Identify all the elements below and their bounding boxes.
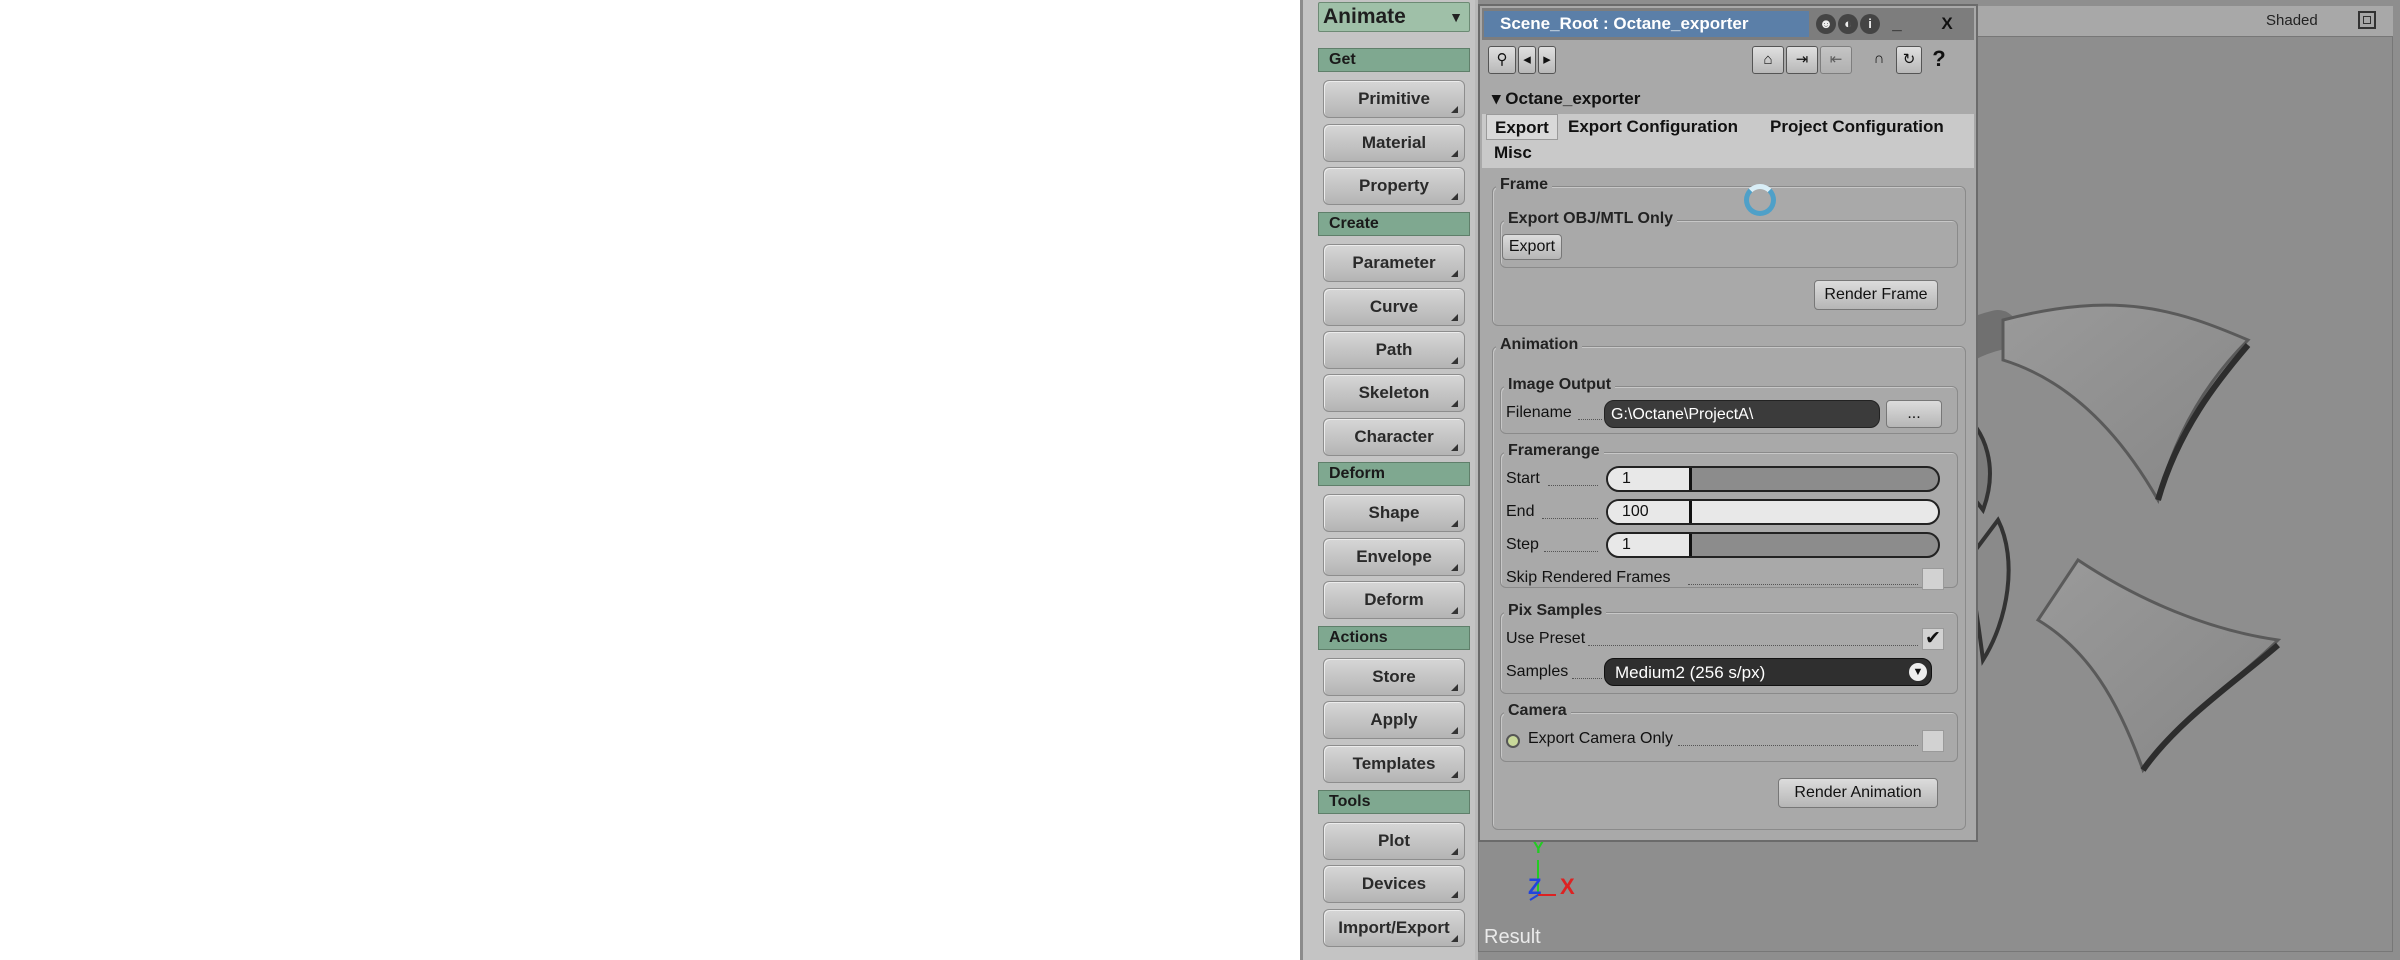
toolbar-panel: Animate ▼ Get Primitive Material Propert… (1303, 0, 1475, 960)
dialog-toolbar: ⚲ ◂ ▸ ⌂ ⇥ ⇤ ∩ ↻ ? (1482, 42, 1974, 82)
render-animation-button[interactable]: Render Animation (1778, 778, 1938, 808)
animation-group-title: Animation (1496, 336, 1583, 354)
use-preset-checkbox[interactable]: ✔ (1922, 628, 1944, 650)
envelope-button[interactable]: Envelope (1323, 538, 1465, 576)
export-obj-group-title: Export OBJ/MTL Only (1504, 210, 1678, 228)
step-slider[interactable]: 1 (1606, 532, 1940, 558)
end-label: End (1506, 503, 1535, 520)
property-button[interactable]: Property (1323, 167, 1465, 205)
use-preset-label: Use Preset (1506, 630, 1586, 647)
camera-group-title: Camera (1504, 702, 1571, 720)
section-tools[interactable]: Tools (1318, 790, 1470, 814)
framerange-group-title: Framerange (1504, 442, 1604, 460)
section-deform[interactable]: Deform (1318, 462, 1470, 486)
axis-x-label: X (1560, 874, 1575, 899)
axis-z-label: Z (1528, 874, 1542, 899)
shape-button[interactable]: Shape (1323, 494, 1465, 532)
material-button[interactable]: Material (1323, 124, 1465, 162)
path-button[interactable]: Path (1323, 331, 1465, 369)
globe-icon[interactable]: ◐ (1838, 14, 1858, 34)
lock-icon[interactable]: ☻ (1816, 14, 1836, 34)
export-camera-only-label: Export Camera Only (1528, 730, 1673, 747)
filename-field[interactable]: G:\Octane\ProjectA\ (1604, 400, 1880, 428)
tab-bar: Export Export Configuration Project Conf… (1482, 114, 1974, 168)
dialog-title: Scene_Root : Octane_exporter (1484, 11, 1809, 37)
home-icon[interactable]: ⌂ (1752, 46, 1784, 74)
samples-label: Samples (1506, 663, 1569, 680)
end-slider[interactable]: 100 (1606, 499, 1940, 525)
end-value[interactable]: 100 (1608, 501, 1692, 523)
property-header[interactable]: ▾ Octane_exporter (1482, 86, 1974, 112)
curve-button[interactable]: Curve (1323, 288, 1465, 326)
arrow-right-icon[interactable]: ⇥ (1786, 46, 1818, 74)
samples-value: Medium2 (256 s/px) (1615, 663, 1766, 682)
skip-rendered-frames-checkbox[interactable] (1922, 568, 1944, 590)
back-arrow-icon[interactable]: ◂ (1518, 46, 1536, 74)
section-get[interactable]: Get (1318, 48, 1470, 72)
mode-label: Animate (1323, 5, 1406, 28)
export-button[interactable]: Export (1502, 234, 1562, 260)
start-value[interactable]: 1 (1608, 468, 1692, 490)
help-button[interactable]: ? (1926, 46, 1952, 74)
camera-status-icon (1506, 734, 1520, 748)
store-button[interactable]: Store (1323, 658, 1465, 696)
apply-button[interactable]: Apply (1323, 701, 1465, 739)
section-create[interactable]: Create (1318, 212, 1470, 236)
frame-group-title: Frame (1496, 176, 1553, 194)
search-icon[interactable]: ⚲ (1488, 46, 1516, 74)
character-button[interactable]: Character (1323, 418, 1465, 456)
step-label: Step (1506, 536, 1539, 553)
start-label: Start (1506, 470, 1540, 487)
application-window: Animate ▼ Get Primitive Material Propert… (1300, 0, 2400, 960)
start-slider[interactable]: 1 (1606, 466, 1940, 492)
render-frame-button[interactable]: Render Frame (1814, 280, 1938, 310)
tab-export-configuration[interactable]: Export Configuration (1560, 114, 1746, 140)
mode-dropdown[interactable]: Animate ▼ (1318, 2, 1470, 32)
section-actions[interactable]: Actions (1318, 626, 1470, 650)
chevron-down-icon: ▼ (1449, 9, 1463, 25)
dialog-title-bar[interactable]: Scene_Root : Octane_exporter ☻ ◐ i _ X (1482, 8, 1974, 40)
minimize-button[interactable]: _ (1884, 13, 1910, 35)
browse-button[interactable]: ... (1886, 400, 1942, 428)
viewport-label: Result (1484, 926, 1541, 948)
close-button[interactable]: X (1934, 13, 1960, 35)
axis-y-label: Y (1533, 840, 1544, 857)
parameter-button[interactable]: Parameter (1323, 244, 1465, 282)
skip-rendered-frames-label: Skip Rendered Frames (1506, 569, 1671, 586)
templates-button[interactable]: Templates (1323, 745, 1465, 783)
loading-spinner-icon (1744, 184, 1776, 216)
refresh-icon[interactable]: ↻ (1896, 46, 1922, 74)
primitive-button[interactable]: Primitive (1323, 80, 1465, 118)
filename-label: Filename (1506, 404, 1572, 421)
property-name: Octane_exporter (1505, 89, 1641, 108)
chevron-down-icon: ▼ (1909, 663, 1927, 681)
info-icon[interactable]: i (1860, 14, 1880, 34)
magnet-icon[interactable]: ∩ (1866, 46, 1892, 74)
skeleton-button[interactable]: Skeleton (1323, 374, 1465, 412)
samples-dropdown[interactable]: Medium2 (256 s/px) ▼ (1604, 658, 1932, 686)
devices-button[interactable]: Devices (1323, 865, 1465, 903)
deform-button[interactable]: Deform (1323, 581, 1465, 619)
export-camera-only-checkbox[interactable] (1922, 730, 1944, 752)
tab-misc[interactable]: Misc (1486, 140, 1540, 166)
arrow-left-icon[interactable]: ⇤ (1820, 46, 1852, 74)
property-editor-dialog: Scene_Root : Octane_exporter ☻ ◐ i _ X ⚲… (1478, 4, 1978, 842)
plot-button[interactable]: Plot (1323, 822, 1465, 860)
tab-project-configuration[interactable]: Project Configuration (1762, 114, 1952, 140)
collapse-triangle-icon: ▾ (1492, 89, 1506, 108)
forward-arrow-icon[interactable]: ▸ (1538, 46, 1556, 74)
tab-content: Frame Export OBJ/MTL Only Export Render … (1482, 168, 1974, 838)
tab-export[interactable]: Export (1486, 114, 1558, 140)
import-export-button[interactable]: Import/Export (1323, 909, 1465, 947)
image-output-group-title: Image Output (1504, 376, 1616, 394)
step-value[interactable]: 1 (1608, 534, 1692, 556)
pix-samples-group-title: Pix Samples (1504, 602, 1607, 620)
